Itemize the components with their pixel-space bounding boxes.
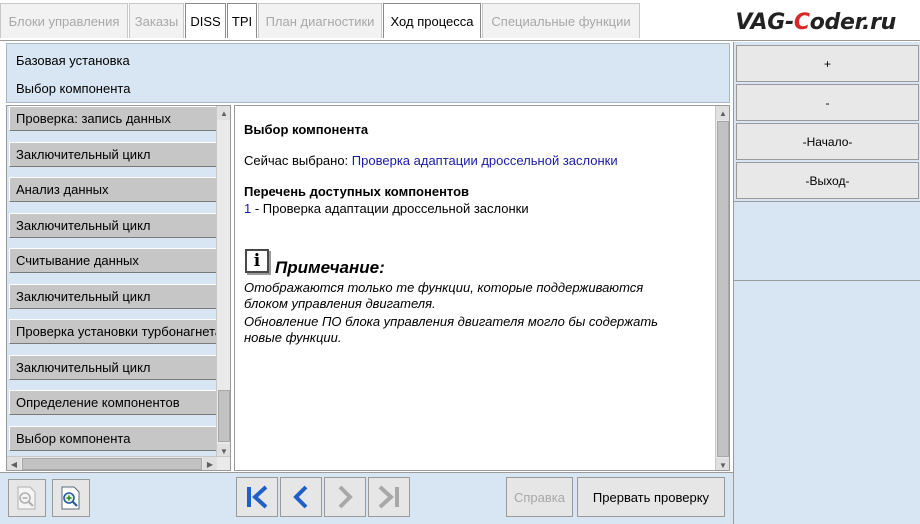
scroll-up-icon[interactable]: ▲ [217, 106, 230, 120]
skip-last-icon [378, 485, 399, 509]
divider [734, 201, 920, 202]
minus-button[interactable]: - [736, 84, 919, 121]
selection-label: Сейчас выбрано: [244, 153, 352, 168]
note-text: Отображаются только те функции, которые … [244, 280, 644, 295]
info-icon: i [245, 249, 269, 273]
procedure-step: Выбор компонента [16, 81, 131, 96]
tab-special-functions[interactable]: Специальные функции [482, 3, 640, 38]
tab-tpi[interactable]: TPI [227, 3, 257, 38]
tab-label: Блоки управления [8, 13, 120, 29]
tab-label: План диагностики [265, 13, 375, 29]
content-panel: Выбор компонента Сейчас выбрано: Проверк… [234, 105, 730, 471]
abort-test-button[interactable]: Прервать проверку [577, 477, 725, 517]
content-title: Выбор компонента [244, 122, 369, 137]
step-list-item[interactable]: Заключительный цикл [9, 142, 219, 167]
scrollbar-thumb[interactable] [717, 121, 729, 457]
tab-process-progress[interactable]: Ход процесса [383, 3, 481, 38]
step-list-item[interactable]: Проверка установки турбонагнетателя [9, 319, 219, 344]
tab-label: Специальные функции [491, 13, 631, 29]
step-list-item[interactable]: Заключительный цикл [9, 213, 219, 238]
plus-button[interactable]: + [736, 45, 919, 82]
note-text: новые функции. [244, 330, 342, 345]
step-list-item[interactable]: Анализ данных [9, 177, 219, 202]
step-list-item-current[interactable]: Выбор компонента [9, 426, 219, 451]
chevron-right-icon [338, 485, 353, 509]
tab-label: Заказы [134, 13, 179, 29]
exit-button[interactable]: -Выход- [736, 162, 919, 199]
procedure-header: Базовая установка Выбор компонента [6, 43, 730, 103]
content-vertical-scrollbar[interactable]: ▲ ▼ [715, 106, 729, 470]
current-selection: Сейчас выбрано: Проверка адаптации дросс… [244, 153, 618, 168]
component-option[interactable]: 1 - Проверка адаптации дроссельной засло… [244, 201, 529, 216]
action-button-column: + - -Начало- -Выход- [733, 42, 920, 524]
zoom-in-icon [61, 486, 80, 510]
skip-first-icon [247, 485, 268, 509]
available-components-header: Перечень доступных компонентов [244, 184, 470, 199]
tab-orders[interactable]: Заказы [129, 3, 184, 38]
step-list-item[interactable]: Определение компонентов [9, 390, 219, 415]
horizontal-scrollbar[interactable]: ◀ ▶ [7, 456, 230, 470]
next-step-button[interactable] [324, 477, 366, 517]
step-list-item[interactable]: Считывание данных [9, 248, 219, 273]
scrollbar-thumb[interactable] [218, 390, 230, 442]
step-list-item[interactable]: Проверка: запись данных [9, 106, 219, 131]
selection-value: Проверка адаптации дроссельной заслонки [351, 153, 618, 168]
previous-step-button[interactable] [280, 477, 322, 517]
tab-label: Ход процесса [390, 13, 474, 29]
step-list-item[interactable]: Заключительный цикл [9, 284, 219, 309]
scroll-left-icon[interactable]: ◀ [7, 457, 21, 470]
tab-diagnostic-plan[interactable]: План диагностики [258, 3, 382, 38]
start-button[interactable]: -Начало- [736, 123, 919, 160]
note-text: блоком управления двигателя. [244, 296, 436, 311]
last-step-button[interactable] [368, 477, 410, 517]
tab-label: DISS [190, 13, 221, 29]
tab-diss[interactable]: DISS [185, 3, 226, 38]
step-list: Проверка: запись данных Заключительный ц… [6, 105, 231, 471]
tab-bar: Блоки управления Заказы DISS TPI План ди… [0, 0, 920, 41]
zoom-in-button[interactable] [52, 479, 90, 517]
step-list-item[interactable]: Заключительный цикл [9, 355, 219, 380]
scroll-up-icon[interactable]: ▲ [716, 106, 729, 120]
scroll-right-icon[interactable]: ▶ [203, 457, 217, 470]
tab-label: TPI [231, 13, 253, 29]
chevron-left-icon [293, 485, 308, 509]
vertical-scrollbar[interactable]: ▲ ▼ [216, 106, 230, 458]
scrollbar-thumb[interactable] [22, 458, 202, 470]
tab-control-units[interactable]: Блоки управления [0, 3, 128, 38]
zoom-out-icon [17, 486, 36, 510]
bottom-toolbar: Справка Прервать проверку [0, 472, 733, 524]
watermark-logo: VAG-Coder.ru [735, 10, 896, 35]
component-name: - Проверка адаптации дроссельной заслонк… [251, 201, 529, 216]
note-title: Примечание: [275, 258, 385, 277]
first-step-button[interactable] [236, 477, 278, 517]
note-text: Обновление ПО блока управления двигателя… [244, 314, 658, 329]
procedure-title: Базовая установка [16, 53, 130, 68]
help-button[interactable]: Справка [506, 477, 573, 517]
zoom-out-button[interactable] [8, 479, 46, 517]
divider [734, 280, 920, 281]
scroll-down-icon[interactable]: ▼ [716, 458, 729, 470]
